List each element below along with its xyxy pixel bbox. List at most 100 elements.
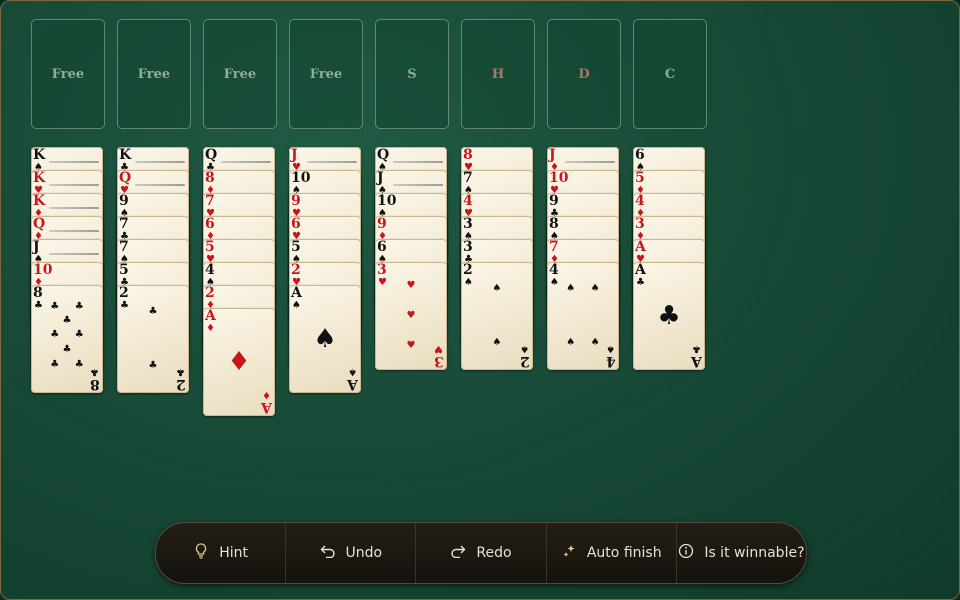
face-card-edge — [135, 184, 185, 186]
face-card-edge — [49, 207, 99, 209]
card-rank: 3 — [377, 262, 387, 278]
card-rank: 5 — [205, 239, 215, 255]
card-rank: 10 — [549, 170, 569, 186]
foundation-d[interactable]: D — [547, 19, 621, 129]
card-rank: K — [119, 147, 132, 163]
card-rank: 9 — [291, 193, 301, 209]
card-rank: 6 — [635, 147, 645, 163]
heart-icon: ♥ — [406, 310, 416, 321]
club-icon: ♣ — [50, 300, 60, 312]
card-rank: 3 — [463, 216, 473, 232]
spade-icon: ♠ — [550, 277, 559, 288]
free-cell[interactable]: Free — [203, 19, 277, 129]
card-rank: 4 — [463, 193, 473, 209]
sparkle-icon — [561, 544, 577, 562]
card-rank: 7 — [549, 239, 559, 255]
card-a-of-spades[interactable]: A ♠ A ♠ ♠ — [289, 285, 361, 393]
spade-icon: ♠ — [313, 324, 337, 354]
club-icon: ♣ — [34, 300, 43, 311]
spade-icon: ♠ — [606, 343, 615, 354]
hint-button[interactable]: Hint — [156, 523, 287, 583]
redo-button[interactable]: Redo — [416, 523, 547, 583]
undo-label: Undo — [345, 545, 383, 561]
free-cell[interactable]: Free — [289, 19, 363, 129]
card-rank: 4 — [549, 262, 559, 278]
club-icon: ♣ — [62, 314, 72, 326]
face-card-edge — [565, 161, 615, 163]
club-icon: ♣ — [50, 328, 60, 340]
card-a-of-clubs[interactable]: A ♣ A ♣ ♣ — [633, 262, 705, 370]
spade-icon: ♠ — [566, 337, 576, 348]
club-icon: ♣ — [90, 366, 99, 377]
is-it-winnable-label: Is it winnable? — [704, 545, 805, 561]
redo-label: Redo — [476, 545, 512, 561]
card-rank-bottom: A — [691, 353, 702, 369]
card-rank: 7 — [119, 239, 129, 255]
card-2-of-clubs[interactable]: 2 ♣ 2 ♣ ♣ ♣ — [117, 285, 189, 393]
free-cell[interactable]: Free — [117, 19, 191, 129]
card-rank: 8 — [549, 216, 559, 232]
club-icon: ♣ — [50, 358, 60, 370]
card-rank: A — [205, 308, 216, 324]
card-a-of-diamonds[interactable]: A ♦ A ♦ ♦ — [203, 308, 275, 416]
card-rank-bottom: A — [261, 399, 272, 415]
card-rank: 8 — [463, 147, 473, 163]
card-rank: 2 — [205, 285, 215, 301]
heart-icon: ♥ — [406, 340, 416, 352]
card-rank: 7 — [205, 193, 215, 209]
club-icon: ♣ — [148, 360, 158, 371]
spade-icon: ♠ — [590, 337, 600, 348]
card-rank: 5 — [119, 262, 129, 278]
card-3-of-hearts[interactable]: 3 ♥ 3 ♥ ♥ ♥ ♥ — [375, 262, 447, 370]
diamond-icon: ♦ — [227, 347, 251, 377]
club-icon: ♣ — [62, 343, 72, 355]
card-2-of-spades[interactable]: 2 ♠ 2 ♠ ♠ ♠ — [461, 262, 533, 370]
card-rank-bottom: 2 — [520, 353, 530, 369]
card-rank: A — [635, 239, 646, 255]
face-card-edge — [49, 253, 99, 255]
spade-icon: ♠ — [492, 337, 502, 348]
card-rank: 3 — [463, 239, 473, 255]
face-card-edge — [49, 161, 99, 163]
card-rank: 9 — [549, 193, 559, 209]
heart-icon: ♥ — [406, 279, 416, 291]
diamond-icon: ♦ — [206, 323, 215, 334]
face-card-edge — [221, 161, 271, 163]
heart-icon: ♥ — [378, 277, 387, 288]
card-rank-bottom: 3 — [434, 353, 444, 369]
foundation-s[interactable]: S — [375, 19, 449, 129]
club-icon: ♣ — [120, 300, 129, 311]
face-card-edge — [49, 230, 99, 232]
free-cell[interactable]: Free — [31, 19, 105, 129]
card-rank: 10 — [377, 193, 397, 209]
club-icon: ♣ — [74, 328, 84, 340]
card-rank: 2 — [119, 285, 129, 301]
toolbar: Hint Undo Redo Auto finish Is it winnabl… — [155, 522, 807, 584]
card-rank: Q — [33, 216, 46, 232]
face-card-edge — [49, 184, 99, 186]
foundation-h[interactable]: H — [461, 19, 535, 129]
face-card-edge — [393, 184, 443, 186]
is-it-winnable-button[interactable]: Is it winnable? — [677, 523, 806, 583]
club-icon: ♣ — [74, 300, 84, 312]
card-rank: 9 — [377, 216, 387, 232]
undo-button[interactable]: Undo — [286, 523, 417, 583]
heart-icon: ♥ — [434, 343, 443, 354]
info-icon — [678, 543, 694, 563]
card-rank: 4 — [205, 262, 215, 278]
club-icon: ♣ — [148, 306, 158, 317]
card-rank: 10 — [33, 262, 53, 278]
card-rank: K — [33, 170, 46, 186]
card-rank-bottom: 2 — [176, 376, 186, 392]
card-rank: 2 — [291, 262, 301, 278]
card-rank: Q — [377, 147, 390, 163]
foundation-c[interactable]: C — [633, 19, 707, 129]
card-rank: 6 — [377, 239, 387, 255]
card-rank: 6 — [205, 216, 215, 232]
face-card-edge — [307, 161, 357, 163]
auto-finish-button[interactable]: Auto finish — [547, 523, 677, 583]
club-icon: ♣ — [636, 277, 645, 288]
card-4-of-spades[interactable]: 4 ♠ 4 ♠ ♠ ♠ ♠ ♠ — [547, 262, 619, 370]
card-8-of-clubs[interactable]: 8 ♣ 8 ♣ ♣ ♣ ♣ ♣ ♣ ♣ ♣ ♣ — [31, 285, 103, 393]
card-rank: 9 — [119, 193, 129, 209]
